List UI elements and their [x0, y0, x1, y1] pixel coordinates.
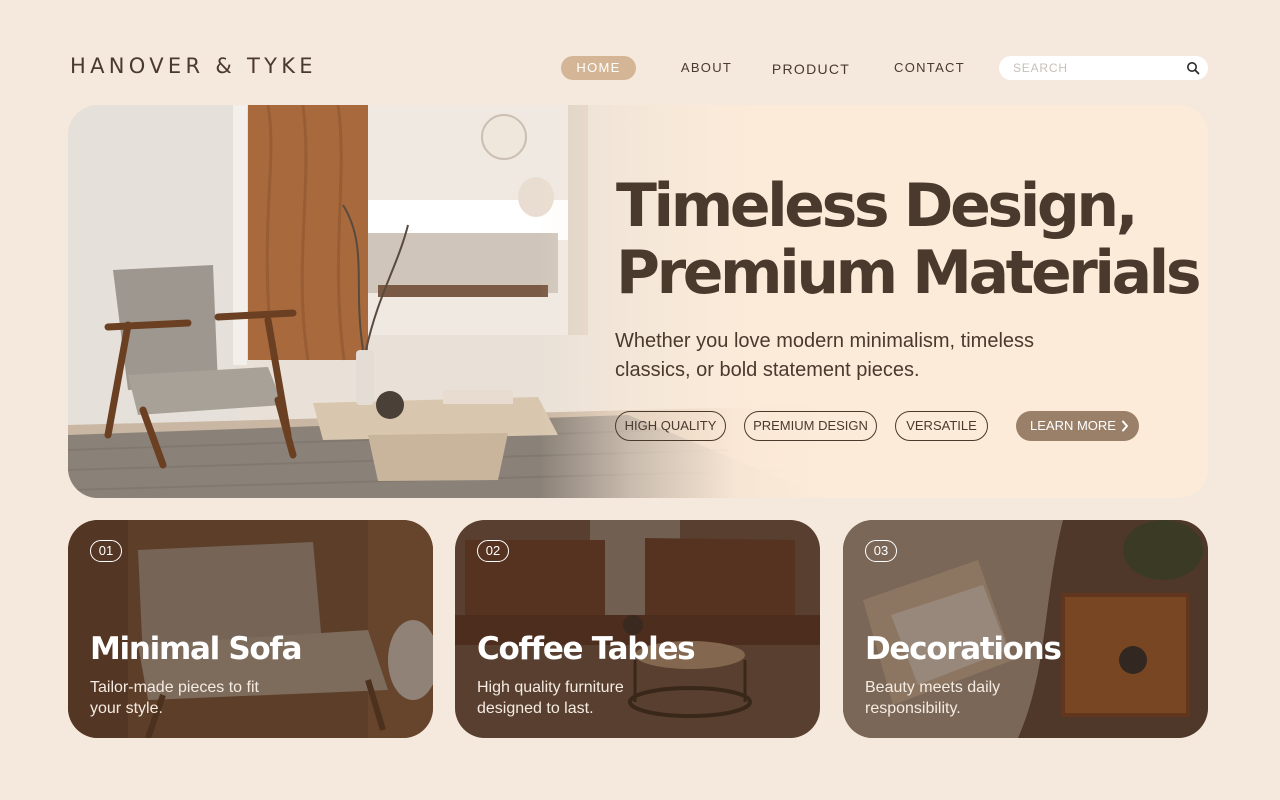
card-description: High quality furniture designed to last. — [477, 679, 624, 717]
card-description: Beauty meets daily responsibility. — [865, 679, 1001, 717]
nav-home[interactable]: HOME — [561, 56, 636, 80]
hero-title-line1: Timeless Design, — [616, 171, 1139, 241]
search-input[interactable] — [1013, 58, 1173, 78]
category-card-minimal-sofa[interactable]: 01 Minimal Sofa Tailor-made pieces to fi… — [68, 520, 433, 738]
search-bar — [999, 56, 1208, 80]
card-number-badge: 03 — [865, 540, 897, 562]
nav-contact[interactable]: CONTACT — [887, 56, 972, 80]
card-title: Coffee Tables — [477, 631, 696, 667]
chevron-right-icon — [1122, 420, 1128, 432]
learn-more-button[interactable]: LEARN MORE — [1016, 411, 1139, 441]
hero-subtitle: Whether you love modern minimalism, time… — [615, 330, 1035, 381]
nav-product[interactable]: PRODUCT — [766, 57, 856, 81]
category-card-coffee-tables[interactable]: 02 Coffee Tables High quality furniture … — [455, 520, 820, 738]
hero-title: Timeless Design, Premium Materials — [616, 173, 1208, 307]
nav-about[interactable]: ABOUT — [669, 56, 744, 80]
search-icon[interactable] — [1186, 61, 1200, 75]
tag-premium-design: PREMIUM DESIGN — [744, 411, 877, 441]
hero-banner: Timeless Design, Premium Materials Wheth… — [68, 105, 1208, 498]
card-number-badge: 02 — [477, 540, 509, 562]
category-card-decorations[interactable]: 03 Decorations Beauty meets daily respon… — [843, 520, 1208, 738]
learn-more-label: LEARN MORE — [1030, 418, 1116, 433]
card-description: Tailor-made pieces to fit your style. — [90, 679, 259, 717]
tag-versatile: VERSATILE — [895, 411, 988, 441]
card-number-badge: 01 — [90, 540, 122, 562]
card-title: Decorations — [865, 631, 1062, 667]
tag-high-quality: HIGH QUALITY — [615, 411, 726, 441]
card-title: Minimal Sofa — [90, 631, 303, 667]
brand-logo[interactable]: HANOVER & TYKE — [70, 54, 317, 78]
hero-title-line2: Premium Materials — [616, 238, 1202, 308]
